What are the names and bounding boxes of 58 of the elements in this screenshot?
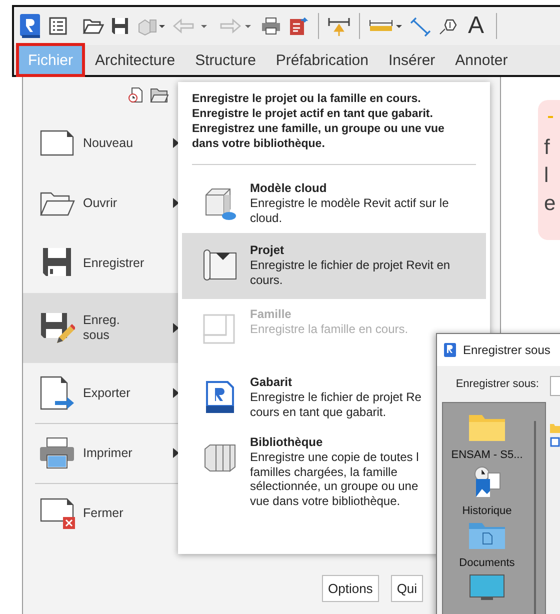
recent-documents-icon[interactable] [127,86,145,104]
open-documents-icon[interactable] [149,86,169,104]
text-tool-button[interactable]: A [464,14,488,38]
ribbon-tab[interactable]: Insérer [378,45,446,75]
submenu-description: Enregistre le projet ou la famille en cours. Enregistre le projet actif en tant que gabarit. Enregistrez une famille, un groupe ou une vue dans votre bibliothèque. [191,92,446,152]
folder-icon [467,413,507,443]
printer-icon [39,435,75,471]
ribbon-tab[interactable]: Architecture [85,45,186,75]
place-item[interactable]: Documents [444,521,544,569]
item-description: cours en tant que gabarit. [250,404,388,419]
item-description: cours. [250,272,284,287]
item-description: cloud. [250,210,284,225]
menu-button[interactable]: Options [322,575,379,602]
print-icon[interactable] [260,16,282,36]
file-icon [550,437,560,447]
callout-text: l [544,163,550,189]
aligned-line-icon[interactable] [410,15,432,37]
item-description: Enregistre une copie de toutes l [250,450,419,464]
documents-folder-icon [467,521,507,551]
item-description: Enregistre le fichier de projet Revit en [250,258,450,272]
submenu-item[interactable]: Projet Enregistre le fichier de projet Revit en cours. [182,233,486,299]
item-title: Modèle cloud [250,181,328,196]
dimension-pin-icon[interactable] [327,15,351,37]
app-menu-item[interactable]: Nouveau [23,113,191,173]
item-description: Enregistre le fichier de projet Re [250,390,422,404]
item-description: familles chargées, la famille [250,464,398,479]
item-description: Enregistre le modèle Revit actif sur le [250,196,449,210]
item-description: Enregistre la famille en cours. [250,322,408,336]
item-title: Gabarit [250,375,294,390]
submenu-arrow-icon [173,138,179,148]
page-arrow-icon [39,375,75,411]
item-description: sélectionnée, un groupe ou une [250,479,419,494]
app-logo-icon [443,342,457,358]
item-title: Famille [250,307,292,322]
floppy-disk-pencil-icon [39,310,75,346]
save-in-label: Enregistrer sous: [456,378,539,390]
folder-icon [550,424,560,433]
callout-text: f [544,135,551,161]
callout-text: e [544,191,556,217]
item-title: Projet [250,243,286,258]
submenu-arrow-icon [173,388,179,398]
submenu-arrow-icon [173,448,179,458]
app-logo-icon[interactable] [18,13,42,39]
monitor-icon [467,573,507,603]
dialog-title: Enregistrer sous [463,343,550,357]
save-icon[interactable] [110,16,130,36]
properties-icon[interactable] [48,16,68,36]
submenu-arrow-icon [173,198,179,208]
project-sheet-icon [202,247,238,283]
item-title: Bibliothèque [250,435,324,450]
ribbon-tab[interactable]: Structure [185,45,266,75]
menu-button[interactable]: Qui [390,575,424,602]
item-description: vue dans votre bibliothèque. [250,494,402,508]
ribbon-tab[interactable]: Annoter [445,45,518,75]
submenu-arrow-icon [173,323,179,333]
export-document-icon[interactable] [288,15,310,37]
place-item[interactable]: ENSAM - S5... [444,413,544,461]
ribbon-tab[interactable]: Préfabrication [266,45,378,75]
